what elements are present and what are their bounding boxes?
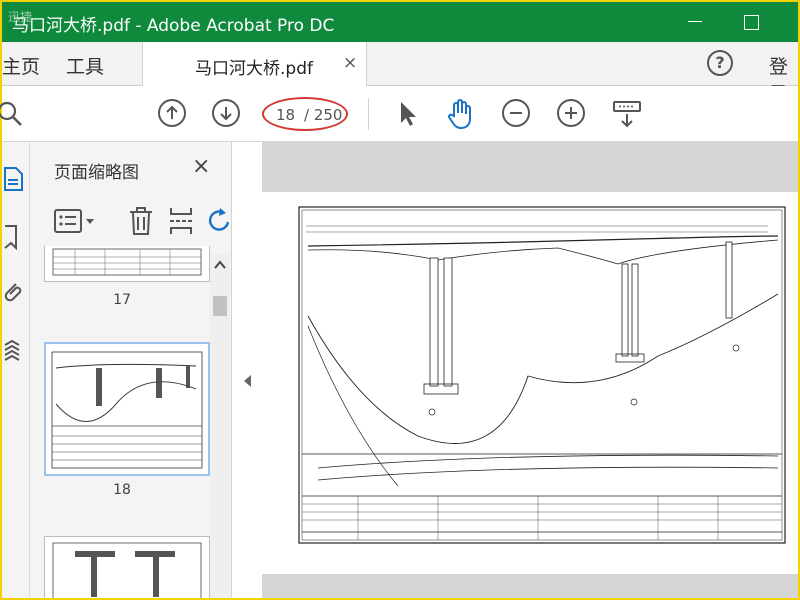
thumbnail-preview	[52, 542, 202, 598]
hand-tool-icon[interactable]	[446, 98, 476, 130]
thumbnail-preview	[52, 248, 202, 276]
thumbnail-panel: 页面缩略图 × 17 18	[30, 142, 232, 598]
tab-close-icon[interactable]: ×	[343, 53, 357, 73]
search-icon[interactable]	[0, 100, 24, 128]
select-pointer-icon[interactable]	[398, 100, 418, 128]
minus-icon	[510, 112, 522, 114]
document-page: 1	[262, 192, 798, 574]
extract-page-icon[interactable]	[168, 206, 194, 236]
bookmark-icon[interactable]	[4, 224, 26, 250]
scroll-up-icon[interactable]	[213, 258, 227, 272]
panel-title: 页面缩略图	[54, 163, 139, 183]
page-display-icon[interactable]	[612, 100, 642, 130]
tab-bar: 主页 工具 马口河大桥.pdf × ? 登录	[2, 42, 798, 105]
document-view: 1	[262, 142, 798, 598]
zoom-out-button[interactable]	[502, 99, 530, 127]
next-page-button[interactable]	[212, 99, 240, 127]
previous-page-button[interactable]	[158, 99, 186, 127]
page-thumbnails-icon[interactable]	[4, 166, 26, 192]
layers-icon[interactable]	[4, 338, 26, 364]
attachment-icon[interactable]	[4, 280, 26, 306]
plus-icon	[565, 107, 577, 119]
tab-tools[interactable]: 工具	[66, 52, 104, 79]
page-indicator: 18 / 250	[262, 97, 348, 131]
bridge-drawing	[298, 206, 786, 544]
thumbnail-options-icon[interactable]	[54, 208, 100, 234]
tab-home[interactable]: 主页	[2, 52, 40, 79]
window-title: 马口河大桥.pdf - Adobe Acrobat Pro DC	[12, 16, 335, 36]
thumbnail-scrollbar[interactable]	[210, 254, 230, 598]
thumbnail-page[interactable]	[44, 246, 210, 282]
collapse-panel-icon[interactable]	[244, 375, 251, 387]
thumbnail-preview	[51, 351, 203, 469]
tab-document[interactable]: 马口河大桥.pdf ×	[142, 42, 367, 86]
zoom-in-button[interactable]	[557, 99, 585, 127]
maximize-button[interactable]	[738, 10, 764, 34]
panel-close-icon[interactable]: ×	[192, 154, 210, 179]
watermark-logo: 迅捷	[8, 10, 33, 24]
main-toolbar: 18 / 250	[0, 86, 798, 142]
arrow-up-icon	[166, 105, 178, 119]
panel-toolbar	[30, 200, 232, 244]
toolbar-divider	[368, 98, 369, 130]
current-page-input[interactable]: 18	[276, 106, 302, 124]
minimize-button[interactable]	[682, 10, 708, 34]
title-bar: 马口河大桥.pdf - Adobe Acrobat Pro DC 迅捷	[2, 2, 798, 42]
help-icon[interactable]: ?	[707, 50, 733, 76]
tab-document-label: 马口河大桥.pdf	[195, 59, 313, 79]
thumbnail-list: 17 18	[30, 246, 232, 598]
delete-page-icon[interactable]	[128, 206, 154, 236]
scrollbar-thumb[interactable]	[213, 296, 227, 316]
thumbnail-label: 18	[113, 482, 131, 498]
thumbnail-page[interactable]	[44, 536, 210, 598]
left-rail	[2, 142, 30, 598]
rotate-page-icon[interactable]	[206, 208, 230, 234]
thumbnail-label: 17	[113, 292, 131, 308]
thumbnail-page-selected[interactable]	[44, 342, 210, 476]
total-pages-label: / 250	[304, 106, 343, 124]
arrow-down-icon	[220, 107, 232, 121]
